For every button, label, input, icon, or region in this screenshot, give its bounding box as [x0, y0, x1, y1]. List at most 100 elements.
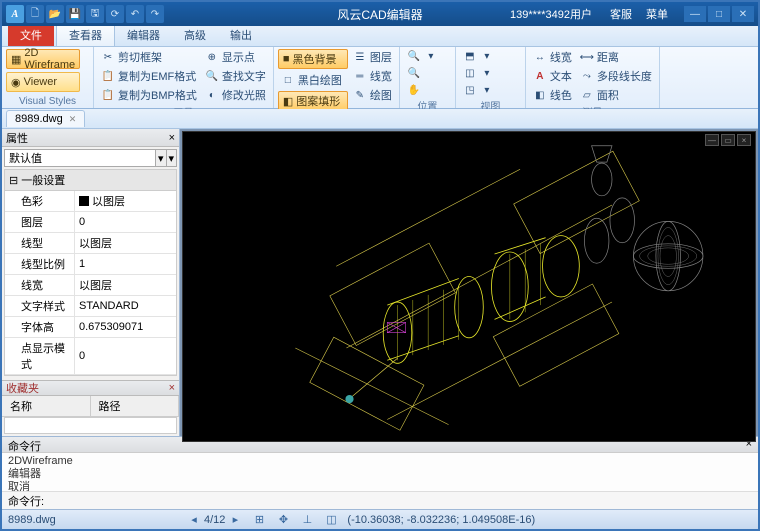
user-label: 139****3492用户 — [510, 6, 592, 22]
zoom-in-icon: 🔍 — [407, 49, 421, 63]
draw-button[interactable]: ✎绘图 — [350, 86, 395, 104]
menu-link[interactable]: 菜单 — [642, 4, 672, 24]
fav-col-path[interactable]: 路径 — [91, 396, 180, 416]
prop-row-lineweight[interactable]: 线宽以图层 — [5, 275, 176, 296]
prop-row-textstyle[interactable]: 文字样式STANDARD — [5, 296, 176, 317]
ribbon: ▦2D Wireframe ◉Viewer Visual Styles ✂剪切框… — [2, 47, 758, 109]
copy-bmp-button[interactable]: 📋复制为BMP格式 — [98, 86, 200, 104]
status-iso-icon[interactable]: ◫ — [323, 512, 339, 528]
zoom-out-icon: 🔍 — [407, 66, 421, 80]
tab-advanced[interactable]: 高级 — [172, 24, 218, 46]
polylen-button[interactable]: ⤳多段线长度 — [577, 67, 655, 85]
qat-refresh-icon[interactable]: ⟳ — [106, 5, 124, 23]
dropdown-button-2[interactable]: ▾ — [166, 150, 177, 166]
layer-button[interactable]: ☰图层 — [350, 48, 395, 66]
copy-emf-button[interactable]: 📋复制为EMF格式 — [98, 67, 200, 85]
favorites-header[interactable]: 收藏夹× — [2, 380, 179, 396]
command-prompt: 命令行: — [8, 493, 44, 509]
qat-redo-icon[interactable]: ↷ — [146, 5, 164, 23]
support-link[interactable]: 客服 — [606, 4, 636, 24]
status-btn-3[interactable]: ⊥ — [299, 512, 315, 528]
prop-row-pointmode[interactable]: 点显示模式0 — [5, 338, 176, 375]
view-icon: ⬒ — [463, 49, 477, 63]
area-icon: ▱ — [580, 88, 594, 102]
qat-open-icon[interactable]: 📂 — [46, 5, 64, 23]
status-btn-2[interactable]: ✥ — [275, 512, 291, 528]
grid-icon: ▦ — [11, 53, 21, 66]
scissors-icon: ✂ — [101, 50, 115, 64]
view-top[interactable]: ⬒▾ — [460, 48, 497, 64]
prop-row-layer[interactable]: 图层0 — [5, 212, 176, 233]
view-front[interactable]: ◫▾ — [460, 65, 497, 81]
pos-pan[interactable]: ✋ — [404, 82, 441, 98]
command-log: 2DWireframe 编辑器 取消 — [2, 453, 758, 491]
clip-frame-button[interactable]: ✂剪切框架 — [98, 48, 200, 66]
tab-view[interactable]: 查看器 — [56, 23, 115, 46]
visual-style-2d-wireframe[interactable]: ▦2D Wireframe — [6, 49, 80, 69]
cube-icon: ◉ — [11, 76, 21, 89]
qat-new-icon[interactable]: 🗋 — [26, 5, 44, 23]
app-icon[interactable]: A — [6, 5, 24, 23]
status-btn-1[interactable]: ⊞ — [251, 512, 267, 528]
pos-zoom-out[interactable]: 🔍 — [404, 65, 441, 81]
bg-black-button[interactable]: ■黑色背景 — [278, 49, 348, 69]
prop-row-color[interactable]: 色彩以图层 — [5, 191, 176, 212]
page-next-icon[interactable]: ▸ — [227, 512, 243, 528]
bg-white-button[interactable]: □黑白绘图 — [278, 71, 348, 89]
prop-row-textheight[interactable]: 字体高0.675309071 — [5, 317, 176, 338]
vs-2d-label: 2D Wireframe — [24, 47, 75, 71]
point-icon: ⊕ — [205, 50, 219, 64]
tab-editor[interactable]: 编辑器 — [115, 24, 172, 46]
prop-section-general[interactable]: ⊟ 一般设置 — [5, 170, 176, 191]
text-button[interactable]: A文本 — [530, 67, 575, 85]
properties-filter-input[interactable] — [5, 150, 155, 166]
tab-output[interactable]: 输出 — [218, 24, 264, 46]
properties-grid: ⊟ 一般设置 色彩以图层 图层0 线型以图层 线型比例1 线宽以图层 文字样式S… — [4, 169, 177, 376]
page-prev-icon[interactable]: ◂ — [186, 512, 202, 528]
gradient-button[interactable]: ◧图案填形 — [278, 91, 348, 111]
fav-col-name[interactable]: 名称 — [2, 396, 91, 416]
prop-row-linetype[interactable]: 线型以图层 — [5, 233, 176, 254]
pencil-icon: ✎ — [353, 88, 367, 102]
qat-undo-icon[interactable]: ↶ — [126, 5, 144, 23]
drawing-canvas[interactable] — [183, 132, 755, 441]
modify-xref-button[interactable]: ◐修改光照 — [202, 86, 269, 104]
color-icon: ◧ — [533, 88, 547, 102]
show-points-button[interactable]: ⊕显示点 — [202, 48, 269, 66]
view-iso[interactable]: ◳▾ — [460, 82, 497, 98]
document-tabs: 8989.dwg ✕ — [2, 109, 758, 129]
status-filename: 8989.dwg — [8, 514, 178, 526]
app-title: 风云CAD编辑器 — [337, 6, 422, 23]
status-bar: 8989.dwg ◂ 4/12 ▸ ⊞ ✥ ⊥ ◫ (-10.36038; -8… — [2, 509, 758, 529]
command-input-row: 命令行: — [2, 491, 758, 509]
dropdown-button[interactable]: ▾ — [155, 150, 166, 166]
find-text-button[interactable]: 🔍查找文字 — [202, 67, 269, 85]
panel-close-icon[interactable]: × — [169, 132, 175, 144]
linewidth-button[interactable]: ↔线宽 — [530, 48, 575, 66]
lineweight-button[interactable]: ═线宽 — [350, 67, 395, 85]
prop-row-ltscale[interactable]: 线型比例1 — [5, 254, 176, 275]
doc-tab-close-icon[interactable]: ✕ — [69, 114, 77, 125]
panel-close-icon[interactable]: × — [169, 382, 175, 394]
command-area: 命令行 × 2DWireframe 编辑器 取消 命令行: — [2, 436, 758, 509]
properties-filter-dropdown[interactable]: ▾ ▾ — [4, 149, 177, 167]
quick-access-toolbar: A 🗋 📂 💾 🖫 ⟳ ↶ ↷ — [2, 5, 168, 23]
qat-save-icon[interactable]: 💾 — [66, 5, 84, 23]
command-input[interactable] — [48, 495, 752, 507]
group-visual-styles: Visual Styles — [6, 96, 89, 108]
white-bg-icon: □ — [281, 73, 295, 87]
minimize-button[interactable]: — — [684, 6, 706, 22]
gradient-icon: ◧ — [283, 95, 293, 108]
area-button[interactable]: ▱面积 — [577, 86, 655, 104]
maximize-button[interactable]: □ — [708, 6, 730, 22]
linecolor-button[interactable]: ◧线色 — [530, 86, 575, 104]
close-button[interactable]: ✕ — [732, 6, 754, 22]
doc-tab[interactable]: 8989.dwg ✕ — [6, 110, 85, 127]
visual-style-3d-viewer[interactable]: ◉Viewer — [6, 72, 80, 92]
vs-3d-label: Viewer — [24, 76, 57, 88]
distance-button[interactable]: ⟷距离 — [577, 48, 655, 66]
tab-file[interactable]: 文件 — [8, 24, 54, 46]
viewport[interactable]: — ▭ × — [182, 131, 756, 442]
pos-zoom-in[interactable]: 🔍▾ — [404, 48, 441, 64]
qat-saveas-icon[interactable]: 🖫 — [86, 5, 104, 23]
